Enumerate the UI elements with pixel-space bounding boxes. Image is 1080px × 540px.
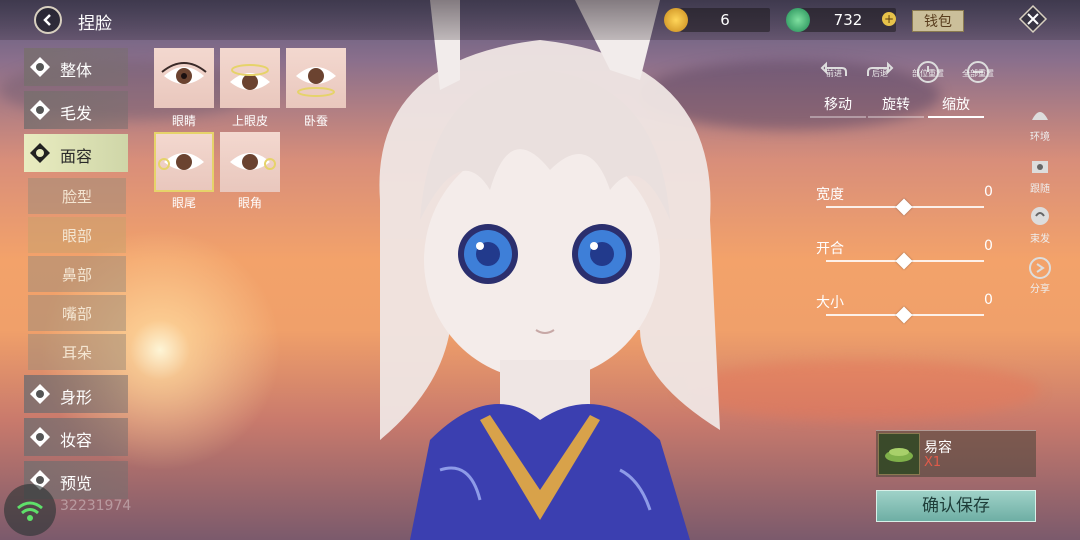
eye-part-label: 眼角 bbox=[237, 196, 262, 210]
category-label: 身形 bbox=[60, 388, 93, 407]
subcategory-ears[interactable]: 耳朵 bbox=[28, 334, 126, 370]
eye-part-thumb[interactable] bbox=[220, 48, 280, 108]
subcategory-label: 鼻部 bbox=[61, 266, 92, 284]
jade-coin-icon bbox=[786, 8, 810, 32]
subcategory-face-shape[interactable]: 脸型 bbox=[28, 178, 126, 214]
subcategory-nose[interactable]: 鼻部 bbox=[28, 256, 126, 292]
category-hair[interactable]: 毛发 bbox=[24, 91, 128, 129]
subcategory-label: 脸型 bbox=[61, 188, 92, 206]
subcategory-label: 耳朵 bbox=[61, 344, 92, 362]
eye-part-label: 上眼皮 bbox=[231, 114, 268, 128]
share-icon[interactable] bbox=[1028, 256, 1052, 280]
subcategory-label: 眼部 bbox=[61, 227, 92, 245]
category-face[interactable]: 面容 bbox=[24, 134, 128, 172]
figure-icon bbox=[30, 384, 50, 404]
subcategory-mouth[interactable]: 嘴部 bbox=[28, 295, 126, 331]
slider-label: 宽度 bbox=[816, 187, 844, 203]
wallet-button[interactable]: 钱包 bbox=[912, 10, 964, 32]
slider-label: 开合 bbox=[816, 241, 844, 257]
tie-hair-icon[interactable] bbox=[1028, 204, 1052, 228]
category-makeup[interactable]: 妆容 bbox=[24, 418, 128, 456]
disguise-item-icon bbox=[885, 448, 913, 462]
tab-rotate[interactable]: 旋转 bbox=[868, 94, 924, 118]
eye-part-thumb-selected[interactable] bbox=[154, 132, 214, 192]
item-count: X1 bbox=[924, 455, 942, 470]
category-label: 面容 bbox=[60, 147, 93, 166]
tool-label: 前进 bbox=[826, 69, 842, 78]
side-tool-label: 环境 bbox=[1030, 132, 1050, 143]
eye-thumbnail-icon bbox=[296, 67, 336, 97]
eye-part-thumb[interactable] bbox=[154, 48, 214, 108]
eye-part-label: 眼睛 bbox=[171, 114, 196, 128]
item-name: 易容 bbox=[924, 440, 952, 456]
tab-scale[interactable]: 缩放 bbox=[928, 94, 984, 118]
eye-part-label: 卧蚕 bbox=[303, 114, 328, 128]
wifi-icon bbox=[17, 501, 43, 521]
network-button[interactable] bbox=[4, 484, 56, 536]
page-title: 捏脸 bbox=[78, 14, 112, 34]
eye-thumbnail-icon bbox=[230, 153, 276, 170]
currency-gold: 6 bbox=[680, 8, 770, 32]
slider-label: 大小 bbox=[816, 295, 844, 311]
eye-thumbnail-icon bbox=[161, 62, 207, 84]
item-slot[interactable] bbox=[878, 433, 920, 475]
character-model[interactable] bbox=[340, 0, 760, 540]
slider-value: 0 bbox=[984, 184, 993, 200]
category-body[interactable]: 整体 bbox=[24, 48, 128, 86]
side-tool-label: 束发 bbox=[1030, 234, 1050, 245]
tool-label: 部位重置 bbox=[912, 69, 944, 78]
eye-part-label: 眼尾 bbox=[171, 196, 196, 210]
chevron-left-icon bbox=[43, 14, 51, 26]
hair-icon bbox=[30, 100, 50, 120]
side-tool-label: 跟随 bbox=[1030, 184, 1050, 195]
camera-follow-icon[interactable] bbox=[1028, 154, 1052, 178]
category-figure[interactable]: 身形 bbox=[24, 375, 128, 413]
close-button[interactable] bbox=[1018, 4, 1048, 34]
eye-part-thumb[interactable] bbox=[220, 132, 280, 192]
subcategory-eyes[interactable]: 眼部 bbox=[28, 217, 126, 253]
tool-label: 后退 bbox=[872, 69, 888, 78]
eye-part-thumb[interactable] bbox=[286, 48, 346, 108]
watermark-text: 32231974 bbox=[60, 498, 132, 514]
slider-value: 0 bbox=[984, 238, 993, 254]
confirm-save-button[interactable]: 确认保存 bbox=[876, 490, 1036, 522]
gold-coin-icon bbox=[664, 8, 688, 32]
body-icon bbox=[30, 57, 50, 77]
environment-icon[interactable] bbox=[1028, 102, 1052, 126]
eye-thumbnail-icon bbox=[158, 153, 204, 170]
currency-gold-value: 6 bbox=[720, 11, 730, 29]
face-icon bbox=[30, 143, 50, 163]
close-icon bbox=[1018, 4, 1048, 34]
back-button[interactable] bbox=[34, 6, 62, 34]
category-label: 毛发 bbox=[60, 104, 93, 123]
subcategory-label: 嘴部 bbox=[61, 305, 92, 323]
eye-thumbnail-icon bbox=[230, 64, 270, 90]
side-tool-label: 分享 bbox=[1030, 284, 1050, 295]
tab-move[interactable]: 移动 bbox=[810, 94, 866, 118]
slider-value: 0 bbox=[984, 292, 993, 308]
category-label: 整体 bbox=[60, 61, 93, 80]
makeup-icon bbox=[30, 427, 50, 447]
category-label: 妆容 bbox=[60, 431, 93, 450]
tool-label: 全部重置 bbox=[962, 69, 994, 78]
item-panel: 易容 X1 bbox=[876, 430, 1036, 477]
category-label: 预览 bbox=[60, 474, 93, 493]
add-currency-icon[interactable]: + bbox=[882, 12, 896, 26]
